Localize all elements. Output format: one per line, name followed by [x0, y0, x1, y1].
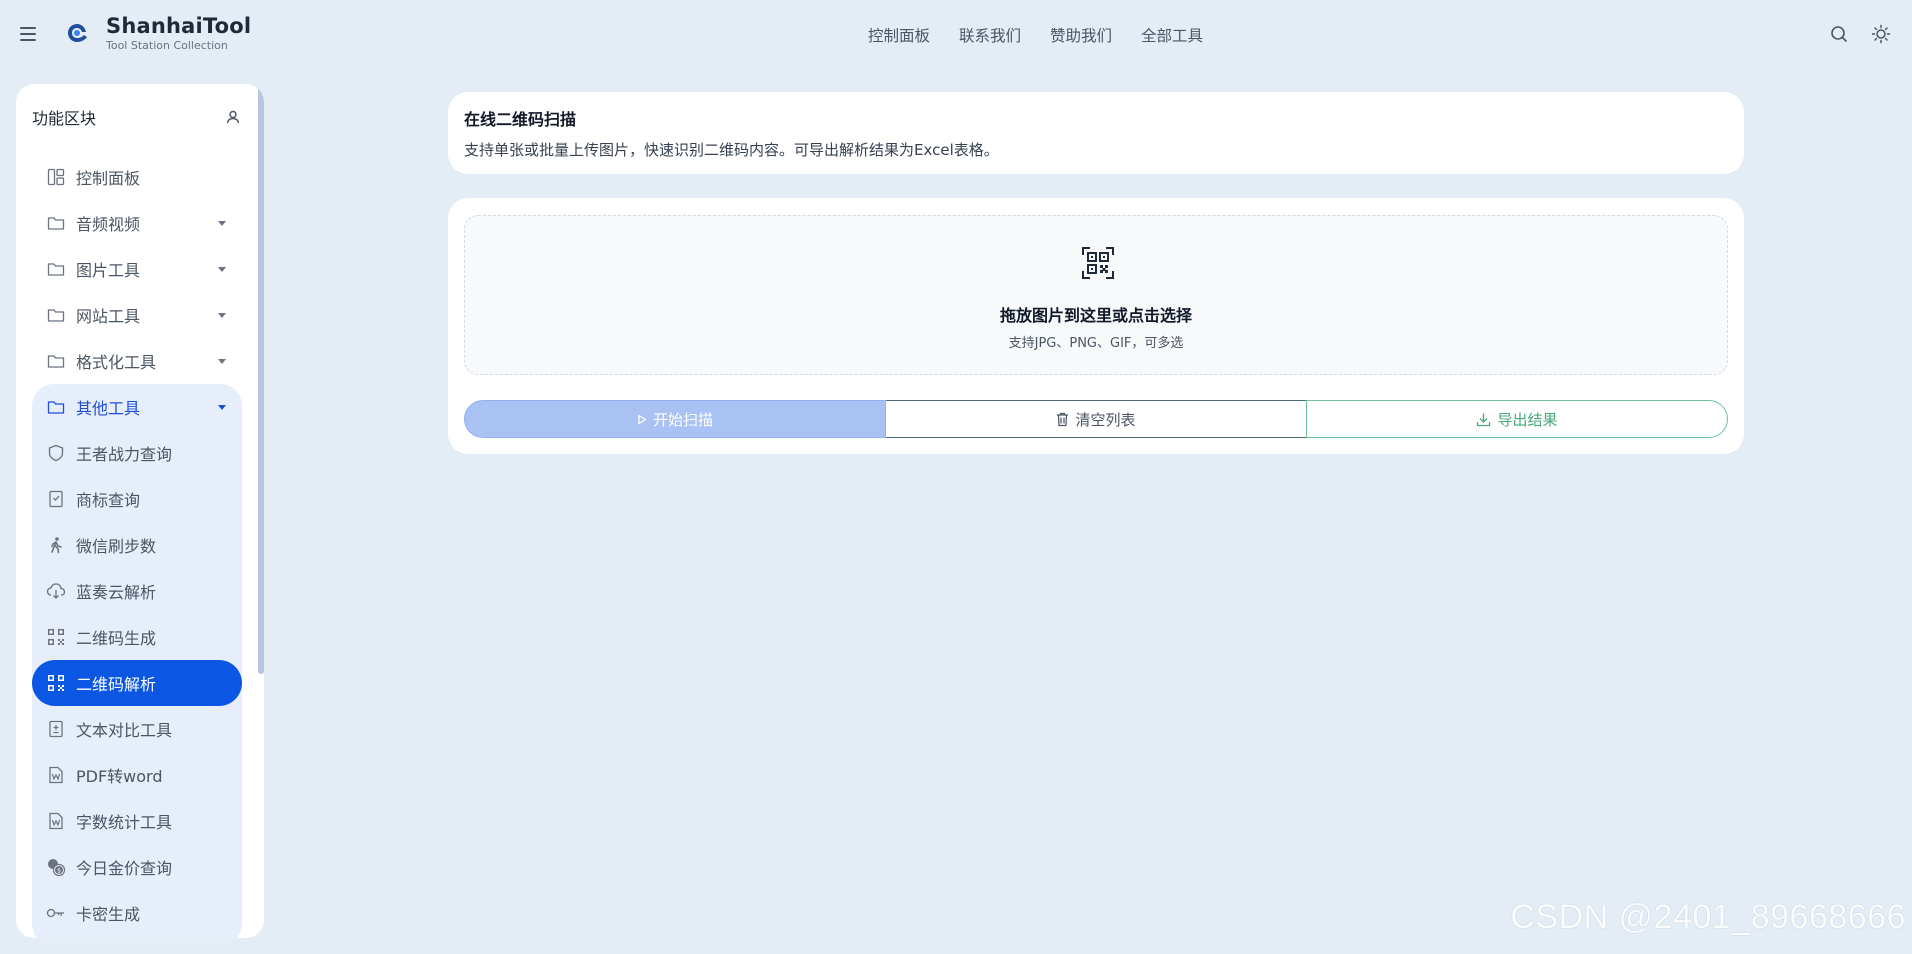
- sidebar-item-label: 卡密生成: [76, 905, 141, 924]
- search-icon[interactable]: [1829, 24, 1849, 44]
- bookmark-icon: [46, 489, 66, 509]
- sidebar-item-label: 二维码生成: [76, 629, 157, 648]
- sidebar-item-audio-video[interactable]: 音频视频: [32, 200, 242, 246]
- play-icon: [638, 414, 647, 424]
- nav-sponsor[interactable]: 赞助我们: [1050, 24, 1112, 46]
- nav-all-tools[interactable]: 全部工具: [1141, 24, 1203, 46]
- chevron-down-icon: [218, 221, 226, 226]
- folder-icon: [46, 305, 66, 325]
- sidebar-item-gold-price[interactable]: $ 今日金价查询: [32, 844, 242, 890]
- dropzone-title: 拖放图片到这里或点击选择: [999, 306, 1192, 325]
- intro-card: 在线二维码扫描 支持单张或批量上传图片，快速识别二维码内容。可导出解析结果为Ex…: [448, 92, 1744, 174]
- qr-scan-icon: [1082, 247, 1114, 279]
- dropzone-subtitle: 支持JPG、PNG、GIF，可多选: [1008, 336, 1184, 351]
- folder-icon: [46, 259, 66, 279]
- sidebar-item-label: 其他工具: [76, 399, 141, 418]
- qrcode-icon: [46, 627, 66, 647]
- sidebar-item-format-tools[interactable]: 格式化工具: [32, 338, 242, 384]
- sidebar-item-label: 二维码解析: [76, 675, 157, 694]
- sidebar-item-image-tools[interactable]: 图片工具: [32, 246, 242, 292]
- nav-dashboard[interactable]: 控制面板: [868, 24, 930, 46]
- sidebar-item-other-tools[interactable]: 其他工具: [32, 384, 242, 430]
- word-file-icon: [46, 765, 66, 785]
- sidebar-item-word-count[interactable]: 字数统计工具: [32, 798, 242, 844]
- chevron-down-icon: [218, 313, 226, 318]
- cloud-download-icon: [46, 581, 66, 601]
- clear-list-button[interactable]: 清空列表: [886, 400, 1306, 438]
- start-scan-button[interactable]: 开始扫描: [464, 400, 886, 438]
- key-icon: [46, 903, 66, 923]
- chevron-down-icon: [218, 359, 226, 364]
- sidebar-item-pdf-to-word[interactable]: PDF转word: [32, 752, 242, 798]
- sidebar-item-qrcode-parse[interactable]: 二维码解析: [32, 660, 242, 706]
- sidebar-group-other-tools: 其他工具 王者战力查询 商标查询 微信刷步数 蓝奏云解析 二维码生成 二维码解析…: [32, 384, 242, 938]
- folder-icon: [46, 351, 66, 371]
- export-results-button[interactable]: 导出结果: [1306, 400, 1728, 438]
- sidebar-item-label: 王者战力查询: [76, 445, 173, 464]
- sidebar-item-trademark[interactable]: 商标查询: [32, 476, 242, 522]
- sidebar-item-card-key-generate[interactable]: 卡密生成: [32, 890, 242, 936]
- sidebar-item-dashboard[interactable]: 控制面板: [32, 154, 242, 200]
- chevron-down-icon: [218, 267, 226, 272]
- user-icon[interactable]: [224, 108, 242, 126]
- sidebar-menu: 控制面板 音频视频 图片工具 网站工具 格式化工具 其他工具 王者战力查询 商标…: [32, 154, 242, 938]
- svg-text:$: $: [57, 868, 61, 875]
- watermark-text: CSDN @2401_89668666: [1510, 898, 1906, 936]
- sidebar-item-honor-power[interactable]: 王者战力查询: [32, 430, 242, 476]
- sidebar-item-label: 图片工具: [76, 261, 141, 280]
- clear-list-label: 清空列表: [1075, 410, 1136, 429]
- sidebar-item-label: 控制面板: [76, 169, 141, 188]
- shield-icon: [46, 443, 66, 463]
- logo-icon: [68, 24, 87, 42]
- sidebar-item-label: 格式化工具: [76, 353, 157, 372]
- sidebar-item-web-tools[interactable]: 网站工具: [32, 292, 242, 338]
- top-header: ShanhaiTool Tool Station Collection 控制面板…: [0, 0, 1912, 68]
- sidebar-item-text-diff[interactable]: 文本对比工具: [32, 706, 242, 752]
- sidebar-header: 功能区块: [32, 104, 242, 130]
- top-nav: 控制面板 联系我们 赞助我们 全部工具: [868, 24, 1203, 46]
- brand-name: ShanhaiTool: [106, 14, 252, 38]
- upload-dropzone[interactable]: 拖放图片到这里或点击选择 支持JPG、PNG、GIF，可多选: [464, 215, 1728, 375]
- walk-icon: [46, 535, 66, 555]
- sidebar-item-label: 文本对比工具: [76, 721, 173, 740]
- sidebar-item-label: 网站工具: [76, 307, 141, 326]
- sidebar-item-label: 字数统计工具: [76, 813, 173, 832]
- download-icon: [1477, 413, 1491, 426]
- sidebar-item-label: 商标查询: [76, 491, 141, 510]
- word-file-icon: [46, 811, 66, 831]
- sidebar-item-lanzou-parse[interactable]: 蓝奏云解析: [32, 568, 242, 614]
- folder-icon: [46, 397, 66, 417]
- sidebar-item-label: 音频视频: [76, 215, 141, 234]
- sidebar-scrollbar[interactable]: [258, 84, 264, 674]
- dashboard-icon: [46, 167, 66, 187]
- folder-icon: [46, 213, 66, 233]
- qrcode-icon: [46, 673, 66, 693]
- sidebar-title: 功能区块: [32, 109, 97, 128]
- scanner-card: 拖放图片到这里或点击选择 支持JPG、PNG、GIF，可多选 开始扫描 清空列表…: [448, 198, 1744, 454]
- file-diff-icon: [46, 719, 66, 739]
- coins-icon: $: [46, 857, 66, 877]
- trash-icon: [1057, 412, 1069, 426]
- page-description: 支持单张或批量上传图片，快速识别二维码内容。可导出解析结果为Excel表格。: [464, 141, 999, 159]
- page-title: 在线二维码扫描: [464, 110, 577, 129]
- nav-contact[interactable]: 联系我们: [959, 24, 1021, 46]
- theme-toggle-sun-icon[interactable]: [1871, 24, 1891, 44]
- start-scan-label: 开始扫描: [652, 410, 713, 429]
- sidebar-item-label: 今日金价查询: [76, 859, 173, 878]
- brand[interactable]: ShanhaiTool Tool Station Collection: [106, 14, 251, 52]
- chevron-down-icon: [218, 405, 226, 410]
- export-results-label: 导出结果: [1497, 410, 1558, 429]
- sidebar-item-qrcode-generate[interactable]: 二维码生成: [32, 614, 242, 660]
- action-button-group: 开始扫描 清空列表 导出结果: [464, 400, 1728, 438]
- brand-subtitle: Tool Station Collection: [106, 39, 228, 52]
- sidebar-item-wechat-steps[interactable]: 微信刷步数: [32, 522, 242, 568]
- sidebar-item-label: 微信刷步数: [76, 537, 157, 556]
- sidebar: 功能区块 控制面板 音频视频 图片工具 网站工具 格式化工具 其他工具 王者战力…: [16, 84, 264, 938]
- hamburger-menu-icon[interactable]: [20, 24, 42, 44]
- sidebar-item-label: PDF转word: [76, 767, 163, 786]
- sidebar-item-label: 蓝奏云解析: [76, 583, 157, 602]
